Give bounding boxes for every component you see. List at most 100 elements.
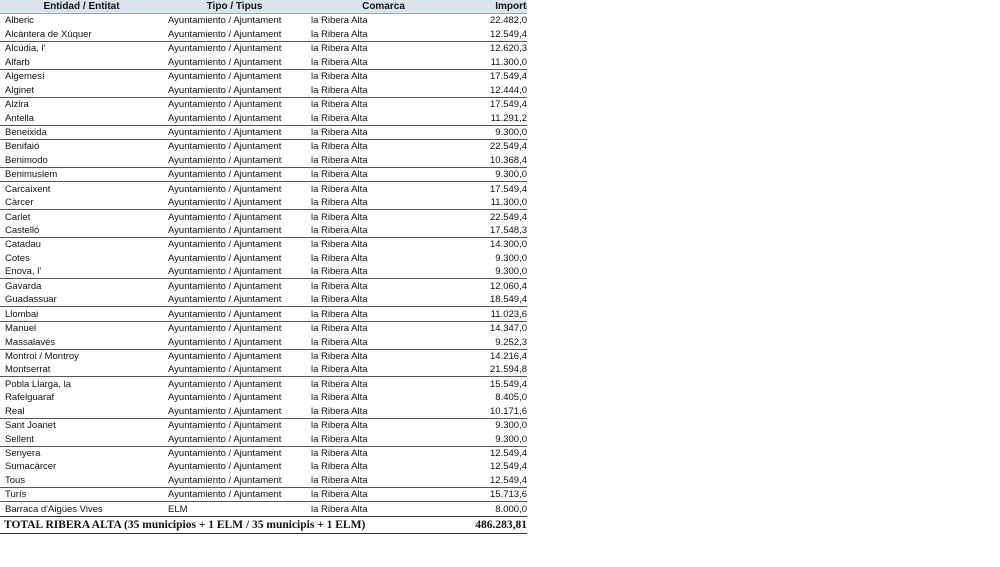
cell-importe: 9.300,0: [461, 167, 527, 183]
cell-tipo: Ayuntamiento / Ajuntament: [163, 125, 306, 140]
cell-comarca: la Ribera Alta: [311, 323, 368, 335]
cell-entidad: Alcúdia, l': [5, 43, 46, 55]
cell-comarca: la Ribera Alta: [306, 362, 461, 378]
cell-entidad: Real: [0, 404, 163, 419]
table-row: Sumacàrcer Ayuntamiento / Ajuntament la Ri…: [0, 460, 527, 473]
cell-importe: 21.594,8: [461, 362, 527, 378]
cell-tipo: Ayuntamiento / Ajuntament: [163, 153, 306, 168]
cell-tipo: Ayuntamiento / Ajuntament: [163, 404, 306, 419]
cell-tipo: Ayuntamiento / Ajuntament: [168, 71, 282, 83]
cell-tipo: Ayuntamiento / Ajuntament: [163, 27, 306, 42]
cell-importe: 9.300,0: [495, 252, 527, 264]
cell-importe: 17.548,3: [461, 223, 527, 238]
cell-comarca: la Ribera Alta: [306, 195, 461, 211]
cell-tipo: Ayuntamiento / Ajuntament: [168, 420, 282, 432]
table-row: Sellent Ayuntamiento / Ajuntament la Riber…: [0, 432, 527, 447]
cell-comarca: la Ribera Alta: [311, 43, 368, 55]
table-row: Catadau Ayuntamiento / Ajuntament la Riber…: [0, 238, 527, 252]
table-row: Gavarda Ayuntamiento / Ajuntament la Riber…: [0, 279, 527, 293]
cell-importe: 9.300,0: [461, 125, 527, 140]
cell-comarca: la Ribera Alta: [306, 167, 461, 183]
cell-comarca: la Ribera Alta: [311, 141, 368, 153]
table-row: Alberic Ayuntamiento / Ajuntament la Riber…: [0, 14, 527, 28]
cell-entidad: Benimodo: [0, 153, 163, 168]
cell-comarca: la Ribera Alta: [311, 503, 368, 515]
cell-tipo: Ayuntamiento / Ajuntament: [163, 335, 306, 350]
subsidy-table: Entidad / Entitat Tipo / Tipus Comarca I…: [0, 0, 527, 534]
cell-entidad: Sant Joanet: [5, 420, 56, 432]
cell-importe: 17.549,4: [490, 71, 527, 83]
cell-importe: 11.300,0: [461, 55, 527, 70]
cell-importe: 15.549,4: [490, 378, 527, 390]
cell-comarca: la Ribera Alta: [306, 292, 461, 308]
table-row: Carlet Ayuntamiento / Ajuntament la Ribera…: [0, 210, 527, 224]
cell-tipo: Ayuntamiento / Ajuntament: [163, 223, 306, 238]
cell-entidad: Senyera: [5, 448, 41, 459]
cell-entidad: Sellent: [0, 432, 163, 447]
cell-tipo: Ayuntamiento / Ajuntament: [168, 15, 282, 27]
table-row: Cotes Ayuntamiento / Ajuntament la Ribera …: [0, 251, 527, 264]
cell-tipo: Ayuntamiento / Ajuntament: [163, 362, 306, 378]
cell-tipo: Ayuntamiento / Ajuntament: [163, 306, 306, 322]
cell-comarca: la Ribera Alta: [311, 378, 368, 390]
table-row: Castelló Ayuntamiento / Ajuntament la Ribe…: [0, 223, 527, 238]
cell-tipo: Ayuntamiento / Ajuntament: [163, 432, 306, 447]
cell-comarca: la Ribera Alta: [306, 487, 461, 503]
cell-entidad: Catadau: [5, 239, 41, 251]
cell-comarca: la Ribera Alta: [306, 83, 461, 98]
cell-entidad: Alcàntera de Xúquer: [0, 27, 163, 42]
cell-entidad: Càrcer: [0, 195, 163, 211]
table-row: Barraca d'Aigües Vives ELM la Ribera Alta 8…: [0, 502, 527, 516]
cell-tipo: Ayuntamiento / Ajuntament: [168, 280, 282, 292]
cell-importe: 15.713,6: [461, 487, 527, 503]
cell-importe: 14.300,0: [490, 239, 527, 251]
cell-comarca: la Ribera Alta: [306, 306, 461, 322]
total-label: TOTAL RIBERA ALTA (35 municipios + 1 ELM…: [0, 515, 461, 534]
cell-entidad: Carlet: [5, 211, 31, 223]
cell-comarca: la Ribera Alta: [311, 183, 368, 195]
cell-comarca: la Ribera Alta: [306, 432, 461, 447]
cell-comarca: la Ribera Alta: [311, 461, 368, 473]
table-row: Alfarb Ayuntamiento / Ajuntament la Ribera…: [0, 55, 527, 70]
table-row: Carcaixent Ayuntamiento / Ajuntament la Ri…: [0, 182, 527, 196]
cell-tipo: Ayuntamiento / Ajuntament: [168, 211, 282, 223]
total-row: TOTAL RIBERA ALTA (35 municipios + 1 ELM…: [0, 515, 527, 534]
header-comarca: Comarca: [306, 0, 461, 14]
table-row: Enova, l' Ayuntamiento / Ajuntament la Rib…: [0, 264, 527, 280]
cell-tipo: Ayuntamiento / Ajuntament: [163, 473, 306, 488]
cell-entidad: Beneixida: [0, 125, 163, 140]
cell-entidad: Massalavés: [0, 335, 163, 350]
cell-tipo: Ayuntamiento / Ajuntament: [168, 448, 282, 459]
table-row: Alcàntera de Xúquer Ayuntamiento / Ajunta…: [0, 27, 527, 42]
table-row: Benimuslem Ayuntamiento / Ajuntament la Ri…: [0, 167, 527, 183]
cell-importe: 10.171,6: [461, 404, 527, 419]
cell-comarca: la Ribera Alta: [306, 404, 461, 419]
table-row: Llombai Ayuntamiento / Ajuntament la Riber…: [0, 306, 527, 322]
cell-comarca: la Ribera Alta: [311, 448, 368, 459]
cell-entidad: Castelló: [0, 223, 163, 238]
header-tipo: Tipo / Tipus: [163, 0, 306, 14]
table-row: Guadassuar Ayuntamiento / Ajuntament la Ri…: [0, 292, 527, 308]
cell-importe: 10.368,4: [461, 153, 527, 168]
cell-entidad: Barraca d'Aigües Vives: [5, 503, 103, 515]
cell-comarca: la Ribera Alta: [311, 252, 368, 264]
cell-tipo: Ayuntamiento / Ajuntament: [168, 141, 282, 153]
cell-tipo: ELM: [168, 503, 188, 515]
cell-comarca: la Ribera Alta: [306, 223, 461, 238]
cell-entidad: Sumacàrcer: [5, 461, 57, 473]
cell-tipo: Ayuntamiento / Ajuntament: [163, 55, 306, 70]
table-row: Benimodo Ayuntamiento / Ajuntament la Ribe…: [0, 153, 527, 168]
cell-entidad: Benimuslem: [0, 167, 163, 183]
cell-tipo: Ayuntamiento / Ajuntament: [168, 43, 282, 55]
cell-entidad: Alberic: [5, 15, 35, 27]
cell-comarca: la Ribera Alta: [306, 27, 461, 42]
cell-entidad: Enova, l': [0, 264, 163, 280]
cell-tipo: Ayuntamiento / Ajuntament: [163, 195, 306, 211]
cell-importe: 14.216,4: [490, 350, 527, 362]
cell-tipo: Ayuntamiento / Ajuntament: [163, 487, 306, 503]
cell-comarca: la Ribera Alta: [306, 111, 461, 126]
cell-importe: 12.549,4: [490, 461, 527, 473]
total-value: 486.283,81: [461, 515, 527, 534]
cell-entidad: Antella: [0, 111, 163, 126]
cell-entidad: Gavarda: [5, 280, 42, 292]
